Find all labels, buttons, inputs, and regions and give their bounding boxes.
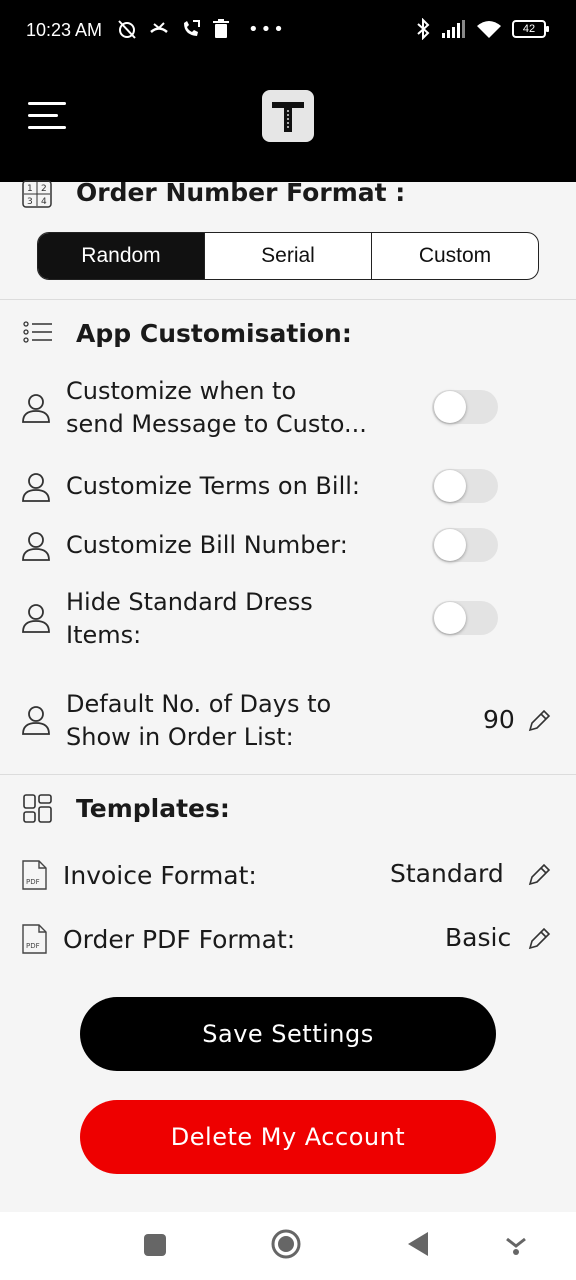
person-icon bbox=[22, 706, 50, 735]
logo-t-icon bbox=[272, 102, 304, 132]
svg-text:2: 2 bbox=[41, 184, 47, 194]
trash-icon bbox=[213, 19, 229, 38]
status-time: 10:23 AM bbox=[26, 20, 103, 40]
hide-dress-items-toggle[interactable] bbox=[432, 601, 498, 635]
svg-text:4: 4 bbox=[41, 197, 47, 207]
person-icon bbox=[22, 532, 50, 561]
numbers-grid-icon: 1 2 3 4 bbox=[22, 180, 52, 208]
segment-random[interactable]: Random bbox=[38, 233, 205, 279]
customize-bill-number-label: Customize Bill Number: bbox=[66, 531, 348, 559]
pencil-edit-icon[interactable] bbox=[526, 708, 552, 734]
order-number-format-title: Order Number Format : bbox=[76, 178, 406, 207]
invoice-format-label: Invoice Format: bbox=[63, 861, 257, 890]
signal-icon bbox=[442, 20, 465, 38]
invoice-format-value: Standard bbox=[390, 859, 504, 888]
pdf-file-icon: PDF bbox=[22, 924, 47, 954]
divider bbox=[0, 774, 576, 775]
order-pdf-format-label: Order PDF Format: bbox=[63, 925, 296, 954]
customize-bill-number-toggle[interactable] bbox=[432, 528, 498, 562]
bluetooth-icon bbox=[417, 18, 430, 40]
pencil-edit-icon[interactable] bbox=[526, 862, 552, 888]
top-bar: 10:23 AM ••• 42 bbox=[0, 0, 576, 182]
customize-message-toggle[interactable] bbox=[432, 390, 498, 424]
battery-indicator: 42 bbox=[512, 20, 549, 38]
status-right: 42 bbox=[416, 18, 549, 40]
wifi-icon bbox=[477, 21, 501, 38]
svg-text:1: 1 bbox=[27, 184, 33, 194]
segment-custom[interactable]: Custom bbox=[372, 233, 538, 279]
svg-text:3: 3 bbox=[27, 197, 33, 207]
person-icon bbox=[22, 473, 50, 502]
customize-message-label: Customize when to send Message to Custo.… bbox=[66, 377, 367, 438]
status-icons: ••• bbox=[116, 18, 286, 40]
customize-terms-label: Customize Terms on Bill: bbox=[66, 472, 360, 500]
hide-dress-items-label: Hide Standard Dress Items: bbox=[66, 588, 313, 649]
divider bbox=[0, 299, 576, 300]
customize-terms-toggle[interactable] bbox=[432, 469, 498, 503]
order-pdf-format-value: Basic bbox=[445, 923, 512, 952]
save-settings-button[interactable]: Save Settings bbox=[80, 997, 496, 1071]
missed-call-icon bbox=[150, 22, 168, 33]
default-days-value: 90 bbox=[483, 705, 515, 734]
home-circle-icon[interactable] bbox=[270, 1228, 302, 1260]
segment-serial[interactable]: Serial bbox=[205, 233, 372, 279]
system-nav-bar bbox=[0, 1212, 576, 1280]
default-days-label: Default No. of Days to Show in Order Lis… bbox=[66, 690, 332, 751]
recents-square-icon[interactable] bbox=[143, 1233, 167, 1257]
person-icon bbox=[22, 604, 50, 633]
delete-account-button[interactable]: Delete My Account bbox=[80, 1100, 496, 1174]
list-icon bbox=[23, 321, 52, 343]
svg-text:PDF: PDF bbox=[26, 878, 40, 886]
templates-title: Templates: bbox=[76, 794, 230, 823]
app-logo bbox=[262, 90, 314, 142]
alarm-off-icon bbox=[118, 20, 136, 39]
pencil-edit-icon[interactable] bbox=[526, 926, 552, 952]
hamburger-menu-icon[interactable] bbox=[28, 100, 66, 130]
call-forward-icon bbox=[184, 20, 200, 36]
app-customisation-title: App Customisation: bbox=[76, 319, 352, 348]
back-triangle-icon[interactable] bbox=[406, 1231, 430, 1257]
order-number-format-selector: Random Serial Custom bbox=[37, 232, 539, 280]
expand-down-icon[interactable] bbox=[504, 1232, 528, 1256]
person-icon bbox=[22, 394, 50, 423]
pdf-file-icon: PDF bbox=[22, 860, 47, 890]
grid-layout-icon bbox=[23, 794, 52, 823]
svg-text:PDF: PDF bbox=[26, 942, 40, 950]
more-notifications-dots: ••• bbox=[248, 18, 286, 40]
